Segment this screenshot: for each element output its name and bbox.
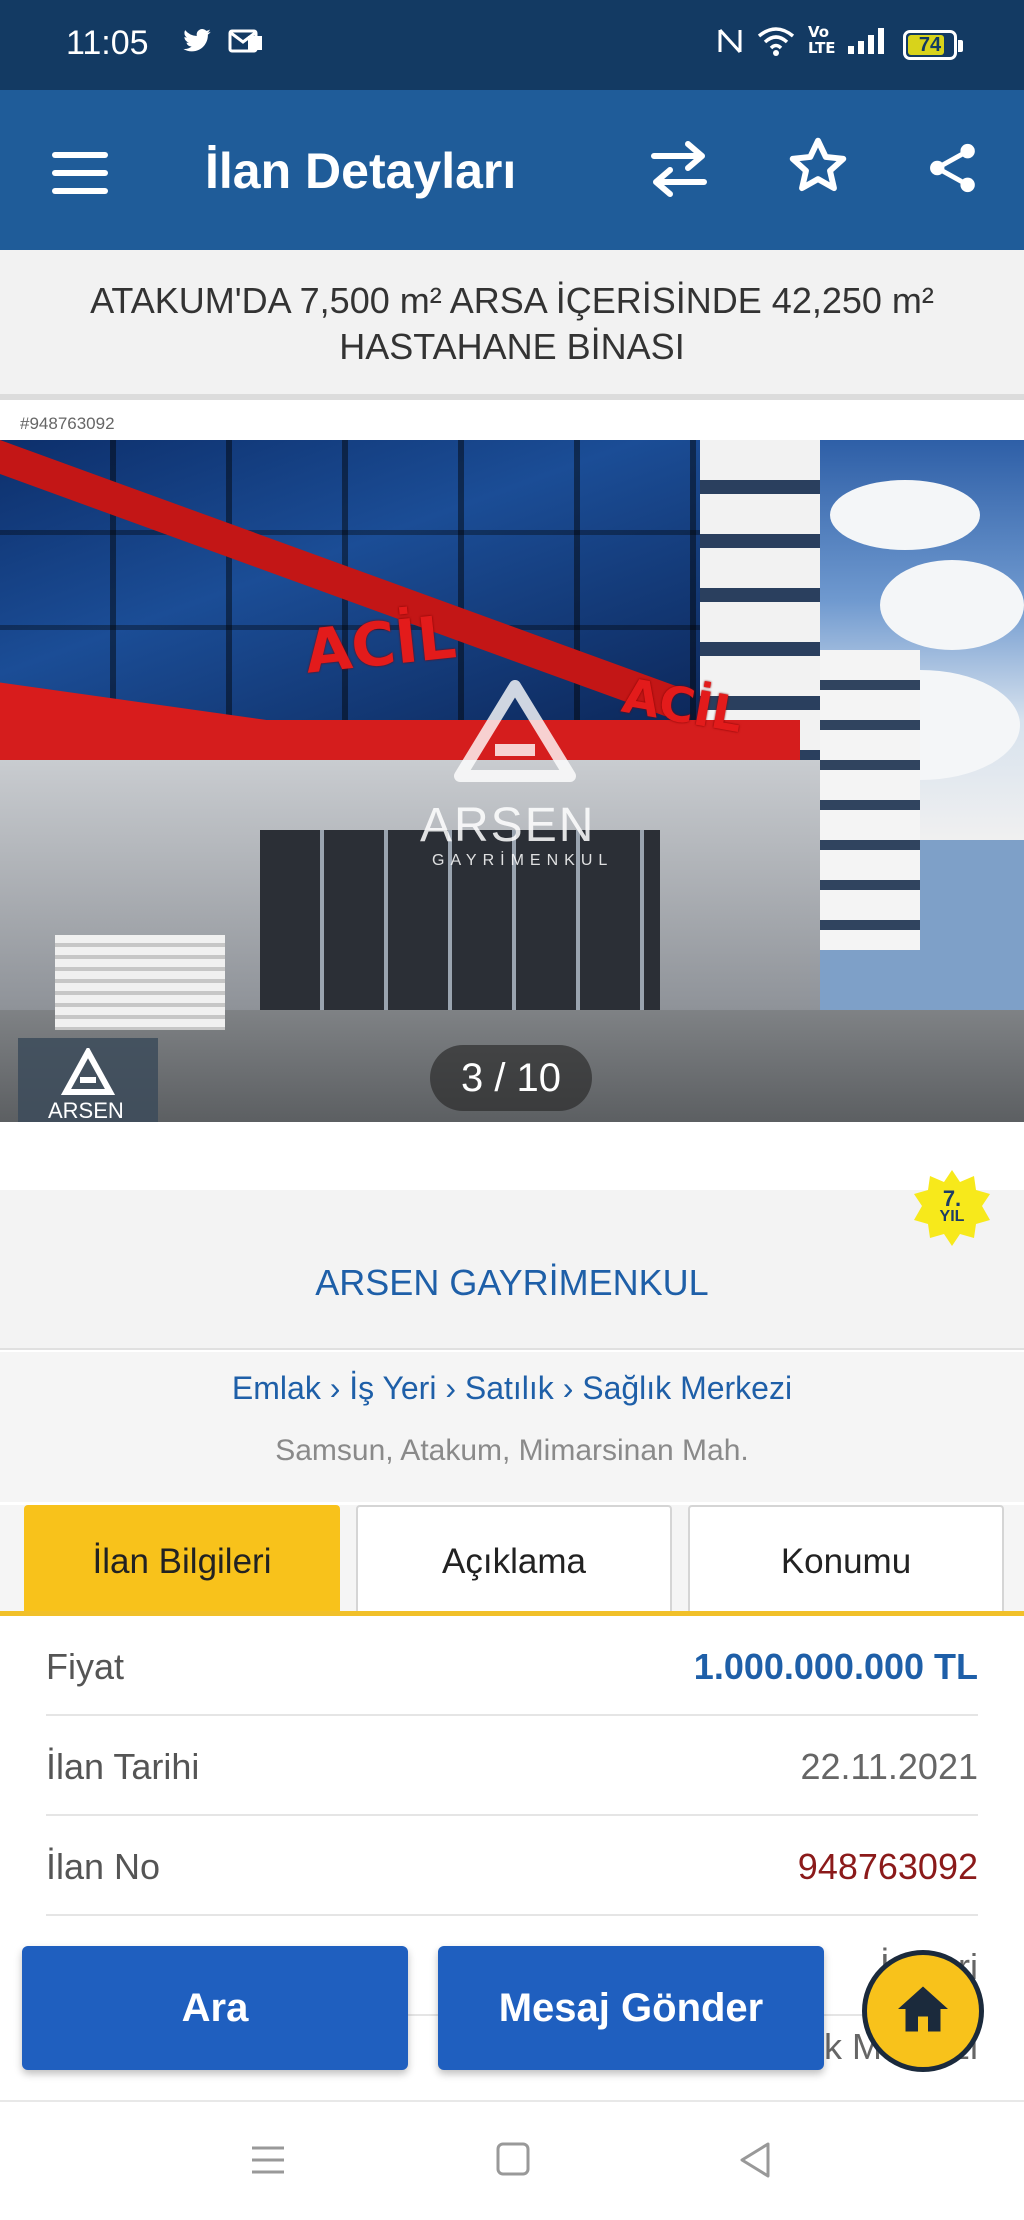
page-title: İlan Detayları: [205, 143, 517, 199]
mail-icon: [228, 26, 264, 64]
watermark-sub: GAYRİMENKUL: [432, 852, 614, 869]
call-button[interactable]: Ara: [22, 1946, 408, 2070]
recent-apps-icon[interactable]: [248, 2142, 288, 2178]
table-row: Fiyat 1.000.000.000 TL: [46, 1616, 978, 1716]
ad-number-value: 948763092: [797, 1846, 978, 1887]
status-bar: 11:05 Vo LTE 74: [0, 0, 1024, 90]
agent-section: ARSEN GAYRİMENKUL: [0, 1190, 1024, 1350]
menu-icon[interactable]: [52, 152, 108, 194]
share-icon[interactable]: [926, 140, 980, 196]
star-icon[interactable]: [786, 134, 850, 198]
listing-title: ATAKUM'DA 7,500 m² ARSA İÇERİSİNDE 42,25…: [0, 250, 1024, 400]
tab-konumu[interactable]: Konumu: [688, 1505, 1004, 1612]
years-badge: 7. YIL: [912, 1168, 992, 1248]
back-icon[interactable]: [736, 2140, 774, 2180]
tab-ilan-bilgileri[interactable]: İlan Bilgileri: [24, 1505, 340, 1612]
row-key: Fiyat: [46, 1646, 125, 1687]
signal-icon: [846, 26, 886, 64]
row-key: İlan No: [46, 1846, 161, 1887]
tab-bar: İlan Bilgileri Açıklama Konumu: [0, 1505, 1024, 1615]
home-nav-icon[interactable]: [494, 2140, 532, 2178]
listing-title-line1: ATAKUM'DA 7,500 m² ARSA İÇERİSİNDE 42,25…: [90, 280, 934, 321]
breadcrumb[interactable]: Emlak › İş Yeri › Satılık › Sağlık Merke…: [0, 1370, 1024, 1407]
agency-logo-icon: ARSEN: [18, 1038, 158, 1122]
listing-photo-carousel[interactable]: ACİL ACİL ARSEN GAYRİMENKUL ARSEN 3 / 10: [0, 440, 1024, 1122]
twitter-icon: [180, 26, 214, 64]
nfc-icon: [716, 26, 744, 64]
agent-name[interactable]: ARSEN GAYRİMENKUL: [0, 1262, 1024, 1304]
home-button[interactable]: [862, 1950, 984, 2072]
table-row: İlan No 948763092: [46, 1816, 978, 1916]
photo-id-label: #948763092: [20, 414, 115, 433]
price-value: 1.000.000.000 TL: [693, 1646, 978, 1687]
send-message-button[interactable]: Mesaj Gönder: [438, 1946, 824, 2070]
tab-aciklama[interactable]: Açıklama: [356, 1505, 672, 1612]
system-nav-bar: [0, 2100, 1024, 2220]
wifi-icon: [757, 26, 795, 64]
battery-icon: 74: [903, 30, 963, 60]
watermark-brand: ARSEN: [420, 799, 596, 852]
status-time: 11:05: [66, 24, 149, 62]
app-bar: İlan Detayları: [0, 90, 1024, 250]
volte-icon: Vo LTE: [808, 23, 836, 57]
compare-arrows-icon[interactable]: [648, 134, 710, 204]
row-value: 22.11.2021: [800, 1746, 978, 1787]
location-text: Samsun, Atakum, Mimarsinan Mah.: [275, 1434, 749, 1467]
table-row: İlan Tarihi 22.11.2021: [46, 1716, 978, 1816]
row-key: İlan Tarihi: [46, 1746, 200, 1787]
watermark-logo-icon: [454, 680, 576, 782]
listing-title-line2: HASTAHANE BİNASI: [339, 326, 685, 367]
photo-counter: 3 / 10: [430, 1045, 592, 1111]
home-icon: [898, 1986, 948, 2032]
